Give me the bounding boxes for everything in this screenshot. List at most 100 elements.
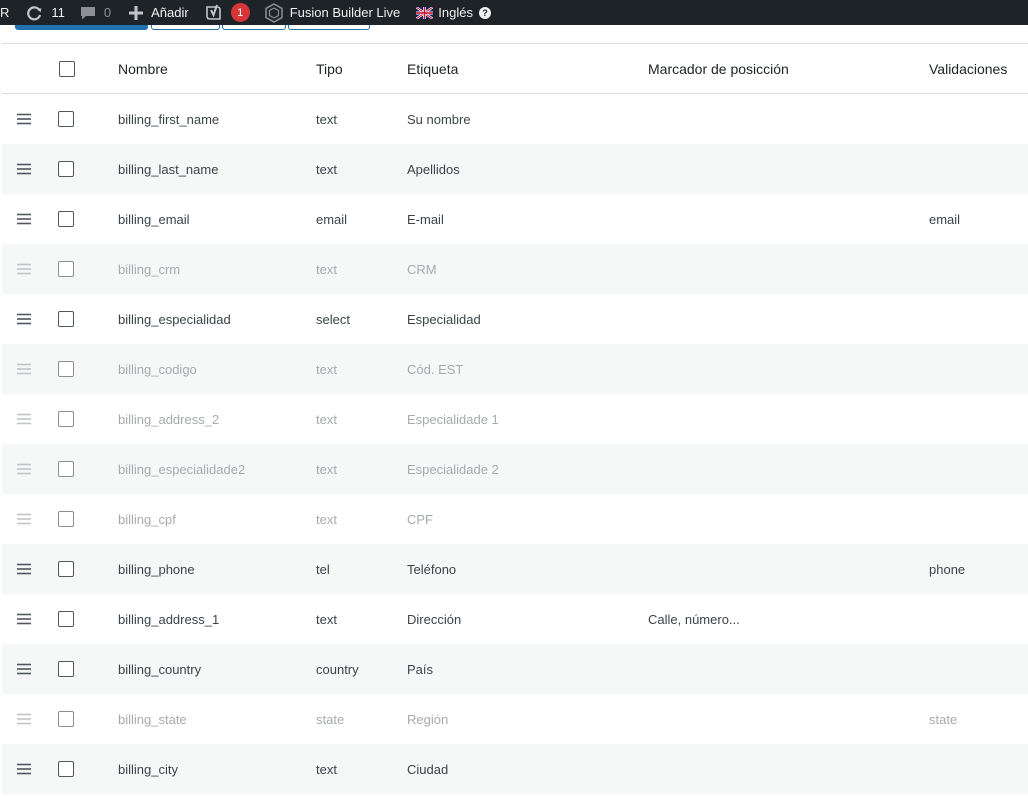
- secondary-button-edge-2[interactable]: [222, 25, 286, 30]
- toolbar-buttons: [0, 25, 400, 31]
- row-select-cell: [45, 94, 105, 144]
- table-row[interactable]: billing_codigo text Cód. EST: [2, 344, 1028, 394]
- table-row[interactable]: billing_last_name text Apellidos: [2, 144, 1028, 194]
- comments-link[interactable]: 0: [79, 0, 111, 25]
- field-name: billing_address_1: [118, 611, 220, 627]
- drag-handle[interactable]: [16, 144, 36, 194]
- table-row[interactable]: billing_especialidad select Especialidad: [2, 294, 1028, 344]
- row-checkbox[interactable]: [58, 711, 74, 727]
- table-row[interactable]: billing_country country País: [2, 644, 1028, 694]
- drag-handle[interactable]: [16, 694, 36, 744]
- field-type: email: [316, 211, 348, 227]
- yoast-icon: [205, 4, 221, 20]
- field-label: Cód. EST: [407, 361, 464, 377]
- field-name: billing_state: [118, 711, 187, 727]
- admin-bar: R 11 0 Añadir 1 Fusion Builder Live Ingl…: [0, 0, 1028, 25]
- column-header-type[interactable]: Tipo: [316, 44, 343, 93]
- comment-icon: [80, 6, 95, 19]
- field-placeholder: Calle, número...: [648, 611, 740, 627]
- field-validations: state: [929, 711, 958, 727]
- secondary-button-edge-3[interactable]: [288, 25, 370, 30]
- drag-handle-icon: [17, 613, 31, 625]
- drag-handle[interactable]: [16, 394, 36, 444]
- row-checkbox[interactable]: [58, 511, 74, 527]
- select-all-checkbox[interactable]: [59, 60, 75, 77]
- table-row[interactable]: billing_especialidade2 text Especialidad…: [2, 444, 1028, 494]
- row-checkbox[interactable]: [58, 611, 74, 627]
- drag-handle-icon: [17, 513, 31, 525]
- field-label: CPF: [407, 511, 433, 527]
- column-header-placeholder[interactable]: Marcador de posicción: [648, 44, 789, 93]
- row-checkbox[interactable]: [58, 661, 74, 677]
- table-row[interactable]: billing_cpf text CPF: [2, 494, 1028, 544]
- drag-handle[interactable]: [16, 294, 36, 344]
- row-checkbox[interactable]: [58, 561, 74, 577]
- row-checkbox[interactable]: [58, 161, 74, 177]
- row-checkbox[interactable]: [58, 311, 74, 327]
- yoast-link[interactable]: 1: [205, 0, 250, 25]
- language-switcher[interactable]: Inglés ?: [416, 0, 491, 25]
- plus-icon: [129, 5, 144, 20]
- site-logo-fragment[interactable]: R: [0, 0, 9, 25]
- table-row[interactable]: billing_first_name text Su nombre: [2, 94, 1028, 144]
- row-checkbox[interactable]: [58, 361, 74, 377]
- field-name: billing_city: [118, 761, 178, 777]
- drag-handle[interactable]: [16, 544, 36, 594]
- drag-handle[interactable]: [16, 594, 36, 644]
- field-label: Región: [407, 711, 449, 727]
- table-row[interactable]: billing_crm text CRM: [2, 244, 1028, 294]
- column-header-validations[interactable]: Validaciones: [929, 44, 1007, 93]
- field-type: text: [316, 761, 337, 777]
- column-header-name[interactable]: Nombre: [118, 44, 168, 93]
- row-checkbox[interactable]: [58, 761, 74, 777]
- row-checkbox[interactable]: [58, 261, 74, 277]
- row-checkbox[interactable]: [58, 211, 74, 227]
- field-label: Especialidad: [407, 311, 481, 327]
- drag-handle[interactable]: [16, 644, 36, 694]
- field-type: country: [316, 661, 359, 677]
- drag-handle[interactable]: [16, 94, 36, 144]
- drag-handle-icon: [17, 363, 31, 375]
- drag-handle[interactable]: [16, 444, 36, 494]
- row-checkbox[interactable]: [58, 461, 74, 477]
- drag-handle[interactable]: [16, 344, 36, 394]
- fusion-logo-icon: [264, 2, 283, 23]
- field-name: billing_last_name: [118, 161, 219, 177]
- row-select-cell: [45, 444, 105, 494]
- field-validations: email: [929, 211, 961, 227]
- row-select-cell: [45, 644, 105, 694]
- field-type: text: [316, 261, 337, 277]
- language-label: Inglés: [438, 5, 473, 20]
- field-name: billing_crm: [118, 261, 181, 277]
- row-select-cell: [45, 144, 105, 194]
- field-label: Especialidade 2: [407, 461, 499, 477]
- row-select-cell: [45, 244, 105, 294]
- new-label: Añadir: [151, 5, 189, 20]
- column-header-label[interactable]: Etiqueta: [407, 44, 458, 93]
- updates-link[interactable]: 11: [25, 0, 65, 25]
- drag-handle[interactable]: [16, 494, 36, 544]
- table-row[interactable]: billing_address_2 text Especialidade 1: [2, 394, 1028, 444]
- table-row[interactable]: billing_phone tel Teléfono phone: [2, 544, 1028, 594]
- help-icon[interactable]: ?: [478, 6, 491, 19]
- fusion-builder-live-link[interactable]: Fusion Builder Live: [264, 0, 400, 25]
- drag-handle[interactable]: [16, 194, 36, 244]
- row-checkbox[interactable]: [58, 411, 74, 427]
- table-row[interactable]: billing_address_1 text Dirección Calle, …: [2, 594, 1028, 644]
- new-content-link[interactable]: Añadir: [129, 0, 189, 25]
- table-row[interactable]: billing_email email E-mail email: [2, 194, 1028, 244]
- table-row[interactable]: billing_city text Ciudad: [2, 744, 1028, 794]
- drag-handle-icon: [17, 263, 31, 275]
- table-row[interactable]: billing_state state Región state: [2, 694, 1028, 744]
- row-checkbox[interactable]: [58, 111, 74, 127]
- drag-handle[interactable]: [16, 744, 36, 794]
- drag-handle[interactable]: [16, 244, 36, 294]
- field-name: billing_first_name: [118, 111, 220, 127]
- field-type: text: [316, 111, 337, 127]
- field-name: billing_codigo: [118, 361, 197, 377]
- field-validations: phone: [929, 561, 966, 577]
- refresh-icon: [27, 5, 42, 20]
- secondary-button-edge-1[interactable]: [151, 25, 220, 30]
- primary-button-edge[interactable]: [15, 25, 148, 30]
- row-select-cell: [45, 194, 105, 244]
